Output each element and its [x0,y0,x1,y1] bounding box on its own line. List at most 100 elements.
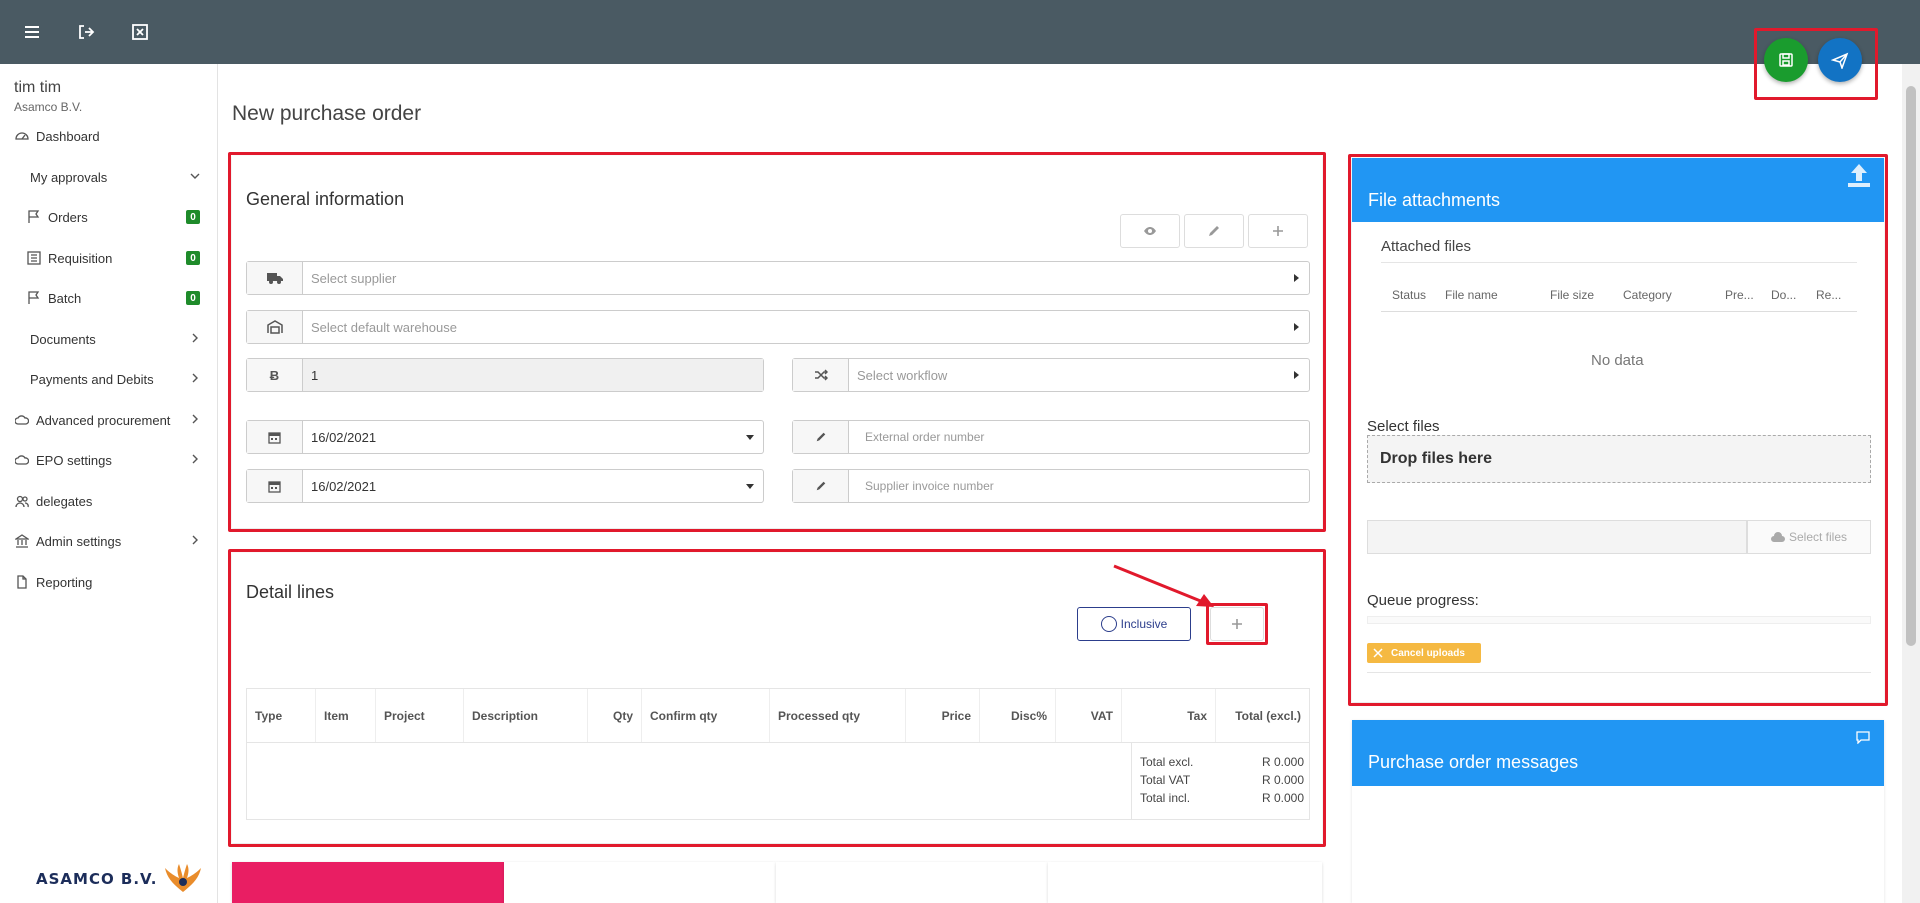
warehouse-select[interactable]: Select default warehouse [246,310,1310,344]
sidebar-item-batch[interactable]: Batch 0 [0,283,218,313]
sidebar-item-label: Payments and Debits [30,371,154,387]
sidebar: tim tim Asamco B.V. Dashboard My approva… [0,64,218,903]
select-files-button-label: Select files [1788,530,1848,544]
flag-icon [26,209,42,225]
sidebar-item-label: Advanced procurement [36,412,171,428]
supplier-invoice-number-input[interactable]: Supplier invoice number [792,469,1310,503]
att-col-file-size[interactable]: File size [1550,288,1594,302]
send-button[interactable] [1818,38,1862,82]
sidebar-item-reporting[interactable]: Reporting [0,567,218,597]
caret-down-icon [737,421,763,453]
sidebar-item-payments-and-debits[interactable]: Payments and Debits [0,364,218,394]
col-header-qty[interactable]: Qty [588,689,642,742]
chevron-right-icon [188,331,204,347]
cancel-uploads-button[interactable]: Cancel uploads [1367,643,1481,663]
scrollbar-thumb[interactable] [1906,86,1916,646]
att-col-pre[interactable]: Pre... [1725,288,1754,302]
drop-files-zone[interactable]: Drop files here [1367,435,1871,483]
queue-progress-bar [1367,616,1871,624]
hamburger-menu-icon[interactable] [20,20,44,44]
warehouse-placeholder: Select default warehouse [311,319,457,335]
col-header-confirm-qty[interactable]: Confirm qty [642,689,770,742]
close-window-icon[interactable] [128,20,152,44]
col-header-item[interactable]: Item [316,689,376,742]
caret-down-icon [737,470,763,502]
att-col-do[interactable]: Do... [1771,288,1796,302]
summary-tile-2[interactable] [504,862,776,903]
att-col-file-name[interactable]: File name [1445,288,1498,302]
add-supplier-button[interactable] [1248,214,1308,248]
att-col-re[interactable]: Re... [1816,288,1841,302]
logo-text: ASAMCO B.V. [36,870,158,888]
sidebar-item-dashboard[interactable]: Dashboard [0,121,218,151]
save-button[interactable] [1764,38,1808,82]
col-header-total-excl[interactable]: Total (excl.) [1216,689,1309,742]
delivery-date-value: 16/02/2021 [311,478,377,494]
delivery-date-picker[interactable]: 16/02/2021 [246,469,764,503]
summary-tile-1[interactable] [232,862,504,903]
col-header-vat[interactable]: VAT [1056,689,1122,742]
sidebar-item-orders[interactable]: Orders 0 [0,202,218,232]
att-col-status[interactable]: Status [1392,288,1426,302]
selected-files-input[interactable] [1367,520,1747,554]
order-number-value: 1 [303,359,763,391]
sidebar-item-label: Documents [30,331,96,347]
order-date-value: 16/02/2021 [311,429,377,445]
sidebar-item-documents[interactable]: Documents [0,324,218,354]
calendar-icon [247,470,303,502]
page-scrollbar[interactable] [1902,64,1920,903]
col-header-price[interactable]: Price [906,689,980,742]
chevron-right-icon [188,412,204,428]
chevron-right-icon [188,452,204,468]
caret-right-icon [1283,359,1309,391]
sidebar-item-admin-settings[interactable]: Admin settings [0,526,218,556]
col-header-description[interactable]: Description [464,689,588,742]
inclusive-toggle[interactable]: Inclusive [1077,607,1191,641]
detail-lines-title: Detail lines [246,582,335,602]
chat-icon[interactable] [1856,730,1870,744]
view-supplier-button[interactable] [1120,214,1180,248]
total-excl-label: Total excl. [1140,755,1194,769]
summary-tile-4[interactable] [1048,862,1322,903]
workflow-select[interactable]: Select workflow [792,358,1310,392]
col-header-project[interactable]: Project [376,689,464,742]
col-header-type[interactable]: Type [247,689,316,742]
col-header-processed-qty[interactable]: Processed qty [770,689,906,742]
sidebar-item-requisition[interactable]: Requisition 0 [0,243,218,273]
cancel-divider [1367,672,1871,673]
chevron-right-icon [188,533,204,549]
order-date-picker[interactable]: 16/02/2021 [246,420,764,454]
sidebar-item-label: Admin settings [36,533,122,549]
total-incl-label: Total incl. [1140,791,1191,805]
sidebar-item-epo-settings[interactable]: EPO settings [0,445,218,475]
dashboard-icon [14,128,30,144]
calendar-icon [247,421,303,453]
col-header-disc[interactable]: Disc% [980,689,1056,742]
supplier-invoice-placeholder: Supplier invoice number [865,479,994,493]
company-logo: ASAMCO B.V. [36,864,203,894]
att-col-category[interactable]: Category [1623,288,1672,302]
supplier-select[interactable]: Select supplier [246,261,1310,295]
select-files-button[interactable]: Select files [1747,520,1871,554]
general-information-title: General information [246,189,405,209]
supplier-placeholder: Select supplier [311,270,397,286]
cloud-icon [14,452,30,468]
sidebar-item-advanced-procurement[interactable]: Advanced procurement [0,405,218,435]
workflow-placeholder: Select workflow [857,367,948,383]
sidebar-item-delegates[interactable]: delegates [0,486,218,516]
logout-icon[interactable] [74,20,98,44]
paper-plane-icon [1831,52,1849,69]
caret-right-icon [1283,262,1309,294]
annotation-arrow [1113,564,1214,607]
external-order-number-input[interactable]: External order number [792,420,1310,454]
summary-tile-3[interactable] [776,862,1048,903]
edit-supplier-button[interactable] [1184,214,1244,248]
list-icon [26,250,42,266]
phoenix-logo-icon [165,864,202,892]
sidebar-item-my-approvals[interactable]: My approvals [0,162,218,192]
purchase-order-messages-title: Purchase order messages [1368,752,1579,772]
totals-block: Total excl. R 0.000 Total VAT R 0.000 To… [1131,743,1311,819]
col-header-tax[interactable]: Tax [1122,689,1216,742]
shuffle-icon [793,359,849,391]
requisition-count-badge: 0 [186,251,200,265]
